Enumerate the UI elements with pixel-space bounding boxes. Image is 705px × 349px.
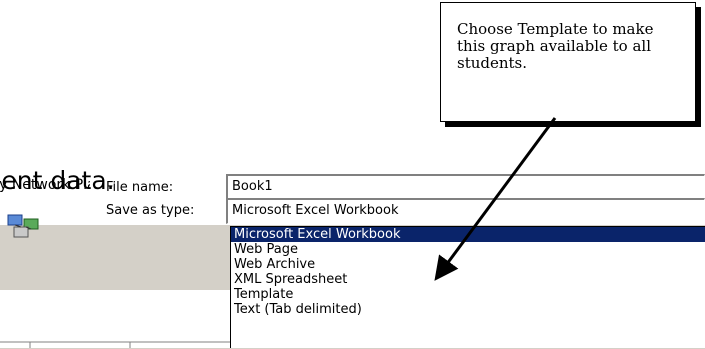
option-template[interactable]: Template xyxy=(231,287,705,302)
option-web-archive[interactable]: Web Archive xyxy=(231,257,705,272)
callout-text: Choose Template to make this graph avail… xyxy=(457,20,654,72)
places-label-container[interactable]: My Network Places xyxy=(0,177,90,217)
option-excel-workbook[interactable]: Microsoft Excel Workbook xyxy=(231,227,705,242)
file-name-field[interactable]: Book1 xyxy=(226,174,705,200)
grid-lines xyxy=(0,290,230,348)
callout-box: Choose Template to make this graph avail… xyxy=(440,2,696,122)
option-web-page[interactable]: Web Page xyxy=(231,242,705,257)
save-as-type-select[interactable]: Microsoft Excel Workbook xyxy=(226,198,705,224)
places-label: My Network Places xyxy=(0,177,90,193)
option-xml-spreadsheet[interactable]: XML Spreadsheet xyxy=(231,272,705,287)
save-as-type-dropdown[interactable]: Microsoft Excel Workbook Web Page Web Ar… xyxy=(230,226,705,348)
option-text-tab-delimited[interactable]: Text (Tab delimited) xyxy=(231,302,705,317)
file-name-label: File name: xyxy=(106,180,174,195)
save-as-type-label: Save as type: xyxy=(106,203,195,218)
